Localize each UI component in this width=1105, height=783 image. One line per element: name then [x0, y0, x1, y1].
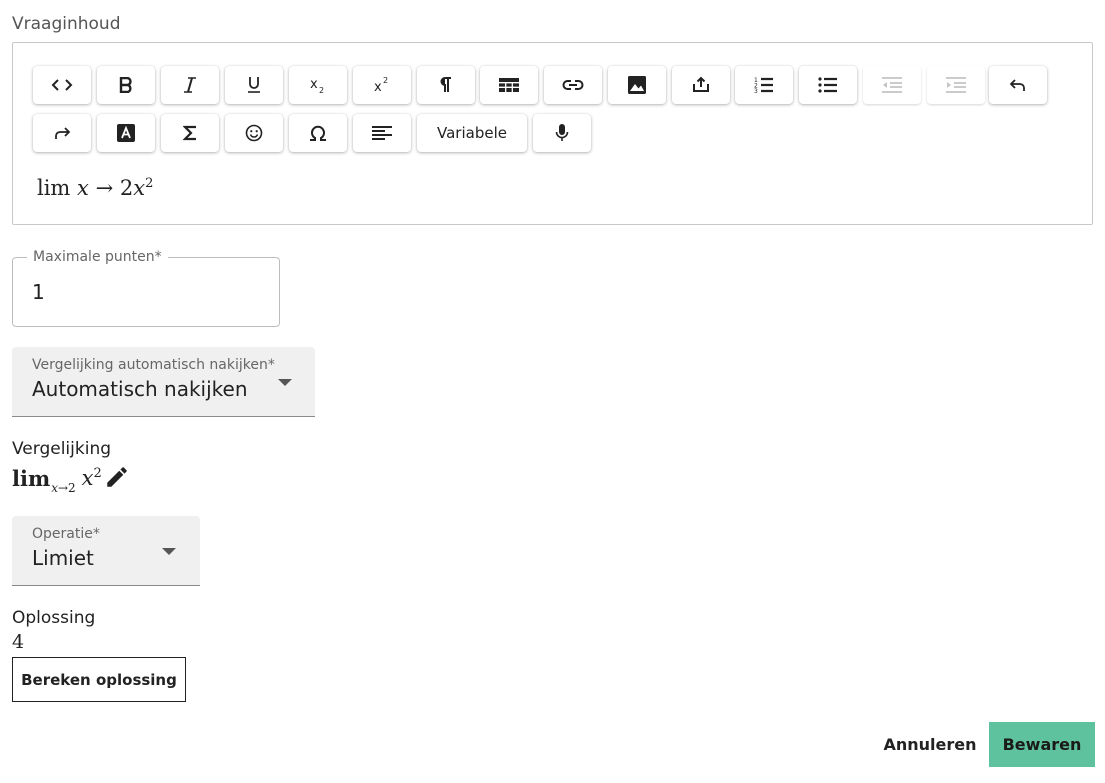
max-points-label: Maximale punten* — [27, 249, 168, 265]
link-button[interactable] — [544, 66, 602, 104]
math-exp: 2 — [145, 176, 154, 191]
undo-button[interactable] — [989, 66, 1047, 104]
superscript-button[interactable]: x2 — [353, 66, 411, 104]
operation-select[interactable]: Operatie* Limiet — [12, 516, 200, 586]
svg-text:2: 2 — [383, 76, 388, 85]
question-content-label: Vraaginhoud — [12, 14, 121, 34]
align-left-icon — [372, 125, 392, 141]
image-icon — [627, 75, 647, 95]
underline-icon — [247, 76, 261, 94]
math-var2: x — [133, 176, 146, 200]
variable-button[interactable]: Variabele — [417, 114, 527, 152]
max-points-value[interactable]: 1 — [32, 280, 45, 304]
image-button[interactable] — [608, 66, 666, 104]
compare-mode-label: Vergelijking automatisch nakijken* — [32, 357, 275, 373]
unordered-list-icon — [818, 77, 838, 93]
eq-sub-arrow: → — [57, 481, 69, 495]
code-view-button[interactable] — [33, 66, 91, 104]
eq-sub-val: 2 — [68, 481, 76, 495]
link-icon — [562, 79, 584, 91]
ordered-list-button[interactable]: 123 — [735, 66, 793, 104]
underline-button[interactable] — [225, 66, 283, 104]
indent-increase-button[interactable] — [927, 66, 985, 104]
sigma-button[interactable] — [161, 114, 219, 152]
solution-value: 4 — [12, 631, 25, 653]
editor-content[interactable]: lim x → 2x2 — [37, 176, 153, 200]
math-var: x — [77, 176, 89, 200]
save-button[interactable]: Bewaren — [989, 722, 1095, 767]
svg-text:3: 3 — [754, 88, 758, 93]
question-editor: x2 x2 123 Variabele lim x → 2x2 — [12, 42, 1093, 225]
upload-icon — [692, 76, 710, 94]
math-coef: 2 — [119, 176, 134, 200]
ordered-list-icon: 123 — [754, 77, 774, 93]
solution-label: Oplossing — [12, 608, 96, 628]
eq-var: x — [81, 466, 94, 490]
emoji-icon — [245, 124, 263, 142]
eq-lim: lim — [12, 466, 51, 491]
pencil-icon — [104, 467, 130, 494]
max-points-field[interactable]: Maximale punten* 1 — [12, 249, 280, 327]
compute-solution-button[interactable]: Bereken oplossing — [12, 657, 186, 702]
redo-icon — [54, 126, 70, 140]
cancel-button[interactable]: Annuleren — [880, 722, 980, 767]
operation-value: Limiet — [32, 546, 94, 570]
paragraph-button[interactable] — [417, 66, 475, 104]
upload-button[interactable] — [672, 66, 730, 104]
text-color-icon — [117, 124, 135, 142]
subscript-button[interactable]: x2 — [289, 66, 347, 104]
indent-decrease-icon — [882, 77, 902, 93]
math-arrow: → — [95, 176, 114, 200]
microphone-button[interactable] — [533, 114, 591, 152]
chevron-down-icon — [278, 379, 292, 386]
chevron-down-icon — [162, 548, 176, 555]
bold-button[interactable] — [97, 66, 155, 104]
omega-button[interactable] — [289, 114, 347, 152]
math-lim: lim — [37, 176, 71, 200]
undo-icon — [1010, 78, 1026, 92]
unordered-list-button[interactable] — [799, 66, 857, 104]
subscript-icon: x2 — [309, 76, 327, 94]
code-view-icon — [51, 78, 73, 92]
emoji-button[interactable] — [225, 114, 283, 152]
align-left-button[interactable] — [353, 114, 411, 152]
compare-mode-select[interactable]: Vergelijking automatisch nakijken* Autom… — [12, 347, 315, 417]
superscript-icon: x2 — [373, 76, 391, 94]
svg-text:x: x — [310, 77, 318, 92]
eq-sub: x→2 — [51, 481, 75, 495]
equation-label: Vergelijking — [12, 439, 112, 459]
bold-icon — [119, 77, 133, 93]
eq-exp: 2 — [93, 466, 102, 481]
edit-equation-button[interactable] — [104, 464, 130, 490]
text-color-button[interactable] — [97, 114, 155, 152]
equation-display: lim x→2 x2 — [12, 466, 102, 495]
microphone-icon — [555, 124, 569, 142]
compare-mode-value: Automatisch nakijken — [32, 377, 248, 401]
indent-increase-icon — [946, 77, 966, 93]
redo-button[interactable] — [33, 114, 91, 152]
italic-button[interactable] — [161, 66, 219, 104]
svg-text:x: x — [374, 80, 382, 94]
omega-icon — [309, 125, 327, 141]
italic-icon — [183, 77, 197, 93]
table-button[interactable] — [480, 66, 538, 104]
operation-label: Operatie* — [32, 526, 100, 542]
indent-decrease-button[interactable] — [863, 66, 921, 104]
eq-sub-var: x — [51, 481, 58, 495]
sigma-icon — [183, 125, 197, 141]
svg-text:2: 2 — [319, 86, 324, 94]
paragraph-icon — [439, 77, 453, 93]
table-icon — [499, 77, 519, 93]
